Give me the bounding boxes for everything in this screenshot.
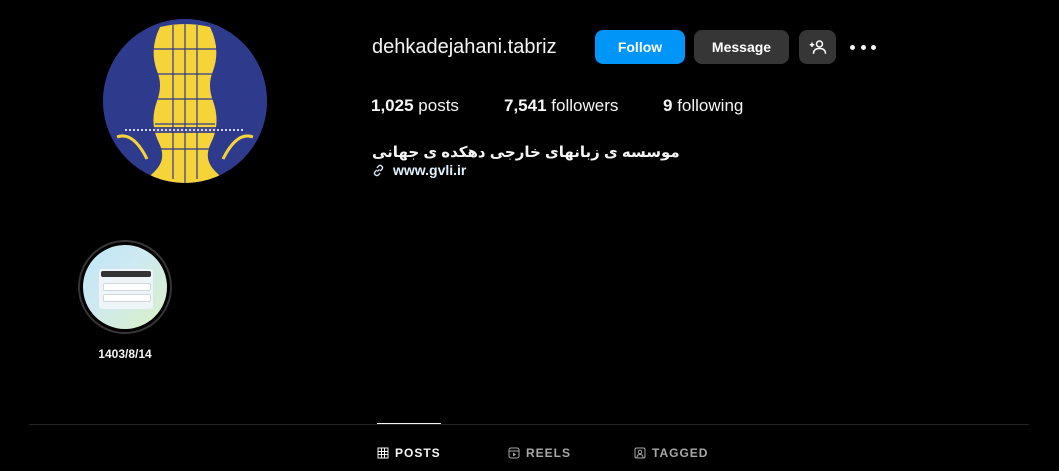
story-highlight[interactable] (78, 240, 172, 334)
following-count-link[interactable]: 9 following (663, 96, 743, 116)
profile-avatar[interactable] (103, 19, 267, 183)
tabs-divider (29, 424, 1029, 425)
grid-icon (377, 447, 389, 459)
tab-posts[interactable]: POSTS (377, 446, 441, 460)
followers-count-link[interactable]: 7,541 followers (504, 96, 618, 116)
bio-website-link[interactable]: www.gvli.ir (372, 162, 466, 178)
bio-full-name: موسسه ی زبانهای خارجی دهکده ی جهانی (372, 144, 680, 161)
more-options-icon[interactable] (850, 38, 876, 56)
link-icon (373, 164, 384, 176)
tab-reels[interactable]: REELS (508, 446, 571, 460)
reels-icon (508, 447, 520, 459)
bio-link-text: www.gvli.ir (393, 162, 467, 178)
active-tab-indicator (377, 423, 441, 424)
institute-logo-icon (103, 19, 267, 183)
profile-username: dehkadejahani.tabriz (372, 36, 557, 58)
highlight-label: 1403/8/14 (98, 347, 152, 361)
message-button[interactable]: Message (694, 30, 789, 64)
suggest-users-button[interactable] (799, 30, 836, 64)
posts-count-stat: 1,025 posts (371, 96, 459, 115)
add-user-icon (809, 40, 826, 54)
tagged-icon (634, 447, 646, 459)
highlight-cover-image (83, 245, 167, 329)
tab-tagged[interactable]: TAGGED (634, 446, 708, 460)
follow-button[interactable]: Follow (595, 30, 685, 64)
